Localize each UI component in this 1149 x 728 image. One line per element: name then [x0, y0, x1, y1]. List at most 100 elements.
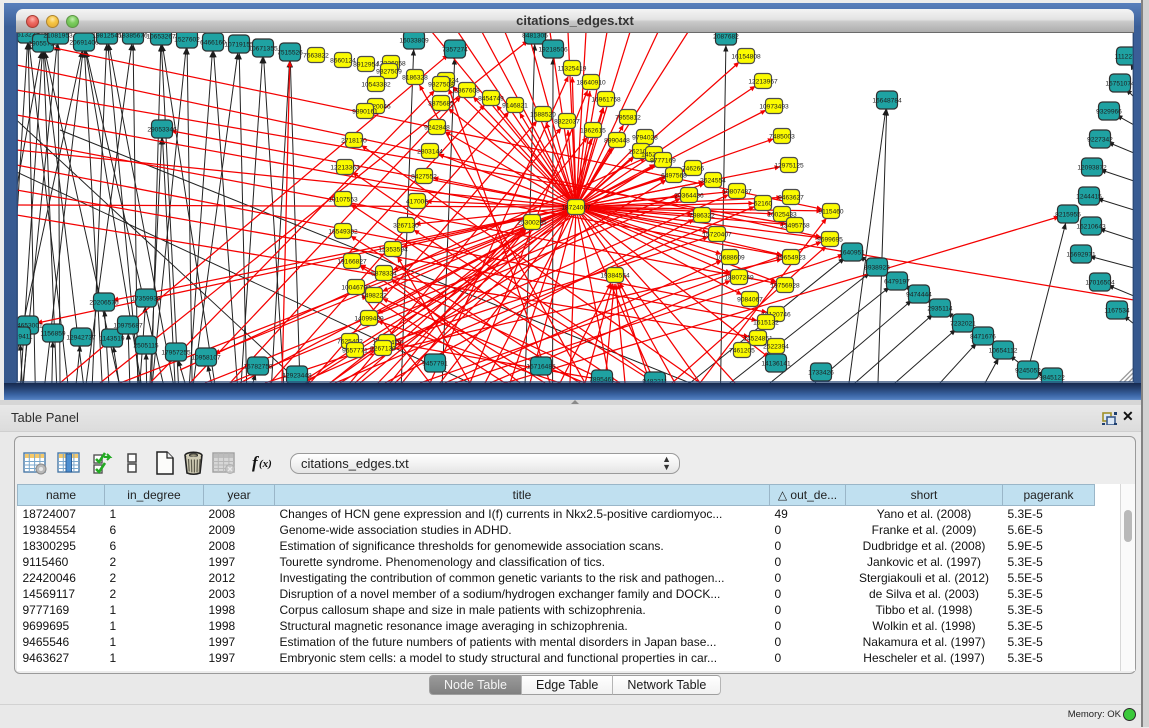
svg-text:417006: 417006	[406, 198, 428, 205]
svg-text:18640910: 18640910	[576, 79, 606, 86]
svg-text:3267130: 3267130	[393, 222, 419, 229]
svg-text:(x): (x)	[259, 458, 272, 470]
svg-text:17957255: 17957255	[161, 349, 191, 356]
svg-text:25300295: 25300295	[517, 219, 547, 226]
svg-text:1498222: 1498222	[361, 292, 387, 299]
svg-text:9327509: 9327509	[376, 68, 402, 75]
svg-text:20691406: 20691406	[69, 39, 99, 46]
svg-text:11325419: 11325419	[558, 65, 587, 72]
svg-text:9699695: 9699695	[817, 236, 843, 243]
svg-text:17359938: 17359938	[131, 295, 161, 302]
svg-text:7955812: 7955812	[615, 114, 641, 121]
svg-text:12093872: 12093872	[1077, 164, 1107, 171]
svg-text:7986322: 7986322	[689, 212, 715, 219]
svg-text:16210643: 16210643	[1076, 223, 1106, 230]
svg-text:18385676: 18385676	[118, 32, 148, 39]
svg-text:62160: 62160	[754, 200, 773, 207]
svg-text:12975125: 12975125	[774, 162, 804, 169]
svg-text:9890161: 9890161	[352, 108, 378, 115]
svg-text:2087682: 2087682	[713, 33, 739, 40]
svg-text:8912954: 8912954	[353, 61, 379, 68]
svg-text:8481305: 8481305	[522, 32, 548, 39]
svg-text:15751074: 15751074	[1105, 80, 1135, 87]
svg-text:19384554: 19384554	[600, 272, 630, 279]
svg-text:10958107: 10958107	[191, 354, 221, 361]
svg-text:9084067: 9084067	[737, 296, 763, 303]
svg-text:10107553: 10107553	[328, 196, 358, 203]
svg-text:2505115: 2505115	[133, 342, 159, 349]
svg-text:8938923: 8938923	[864, 264, 890, 271]
svg-text:9657771: 9657771	[342, 347, 368, 354]
svg-text:1143519: 1143519	[99, 335, 125, 342]
svg-text:19654923: 19654923	[776, 254, 806, 261]
svg-text:19166827: 19166827	[337, 258, 367, 265]
svg-text:8267130: 8267130	[370, 345, 396, 352]
svg-text:9327508: 9327508	[428, 81, 454, 88]
svg-text:7663822: 7663822	[303, 52, 329, 59]
svg-text:10543382: 10543382	[361, 81, 391, 88]
svg-text:10975687: 10975687	[113, 322, 143, 329]
svg-text:8454749: 8454749	[478, 95, 504, 102]
svg-text:10973493: 10973493	[759, 103, 789, 110]
svg-text:20206576: 20206576	[89, 299, 119, 306]
svg-text:2522394: 2522394	[763, 343, 789, 350]
svg-text:14136141: 14136141	[761, 360, 791, 367]
svg-text:1640951: 1640951	[839, 249, 865, 256]
svg-text:1244415: 1244415	[1076, 193, 1102, 200]
svg-text:6466160: 6466160	[200, 39, 226, 46]
svg-text:7357274: 7357274	[442, 46, 468, 53]
svg-text:14099489: 14099489	[354, 315, 384, 322]
svg-text:19756928: 19756928	[770, 282, 800, 289]
svg-text:3875685: 3875685	[428, 100, 454, 107]
svg-text:16033809: 16033809	[399, 37, 429, 44]
svg-text:1362615: 1362615	[580, 127, 606, 134]
svg-text:9463627: 9463627	[778, 194, 804, 201]
svg-text:1615132: 1615132	[753, 319, 779, 326]
svg-text:9242848: 9242848	[424, 124, 450, 131]
svg-text:7461205: 7461205	[729, 347, 755, 354]
svg-text:9794028: 9794028	[632, 134, 658, 141]
svg-text:2935114: 2935114	[927, 305, 953, 312]
svg-text:29053346: 29053346	[147, 126, 177, 133]
svg-text:2367608: 2367608	[454, 87, 480, 94]
svg-text:10671355: 10671355	[248, 45, 278, 52]
svg-text:9227342: 9227342	[1087, 136, 1113, 143]
svg-text:18807249: 18807249	[724, 274, 754, 281]
svg-text:15692971: 15692971	[1066, 251, 1096, 258]
svg-text:1588520: 1588520	[530, 111, 556, 118]
svg-text:9474444: 9474444	[906, 291, 932, 298]
svg-text:5878334: 5878334	[371, 270, 397, 277]
svg-text:12213363: 12213363	[330, 164, 360, 171]
svg-text:8215955: 8215955	[1055, 211, 1081, 218]
svg-text:9146821: 9146821	[502, 102, 528, 109]
svg-text:7485003: 7485003	[769, 133, 795, 140]
svg-text:8427552: 8427552	[411, 173, 437, 180]
svg-text:12353594: 12353594	[378, 246, 408, 253]
svg-text:10688609: 10688609	[715, 254, 745, 261]
svg-text:1167534: 1167534	[1104, 307, 1130, 314]
svg-text:10807487: 10807487	[722, 188, 752, 195]
svg-text:13495758: 13495758	[780, 222, 810, 229]
svg-text:9777169: 9777169	[650, 157, 676, 164]
svg-text:1156859: 1156859	[40, 330, 66, 337]
svg-text:20364436: 20364436	[674, 192, 704, 199]
svg-text:6497568: 6497568	[661, 172, 687, 179]
svg-text:2803144: 2803144	[417, 148, 443, 155]
svg-text:12213967: 12213967	[748, 78, 778, 85]
svg-text:16961758: 16961758	[591, 96, 621, 103]
svg-text:15720407: 15720407	[702, 231, 732, 238]
svg-text:10654112: 10654112	[989, 347, 1018, 354]
svg-text:15716485: 15716485	[526, 363, 556, 370]
svg-text:7232021: 7232021	[950, 320, 976, 327]
svg-text:16648784: 16648784	[872, 97, 902, 104]
svg-text:16549382: 16549382	[328, 228, 358, 235]
svg-text:18724007: 18724007	[561, 204, 591, 211]
svg-text:17016504: 17016504	[1085, 279, 1115, 286]
svg-text:12923448: 12923448	[282, 372, 312, 379]
svg-text:3624554: 3624554	[700, 177, 726, 184]
svg-text:1112274: 1112274	[1115, 53, 1140, 60]
svg-text:12942737: 12942737	[66, 334, 96, 341]
svg-text:7515526: 7515526	[277, 49, 303, 56]
svg-text:6479197: 6479197	[884, 278, 910, 285]
svg-text:9329966: 9329966	[1096, 108, 1122, 115]
